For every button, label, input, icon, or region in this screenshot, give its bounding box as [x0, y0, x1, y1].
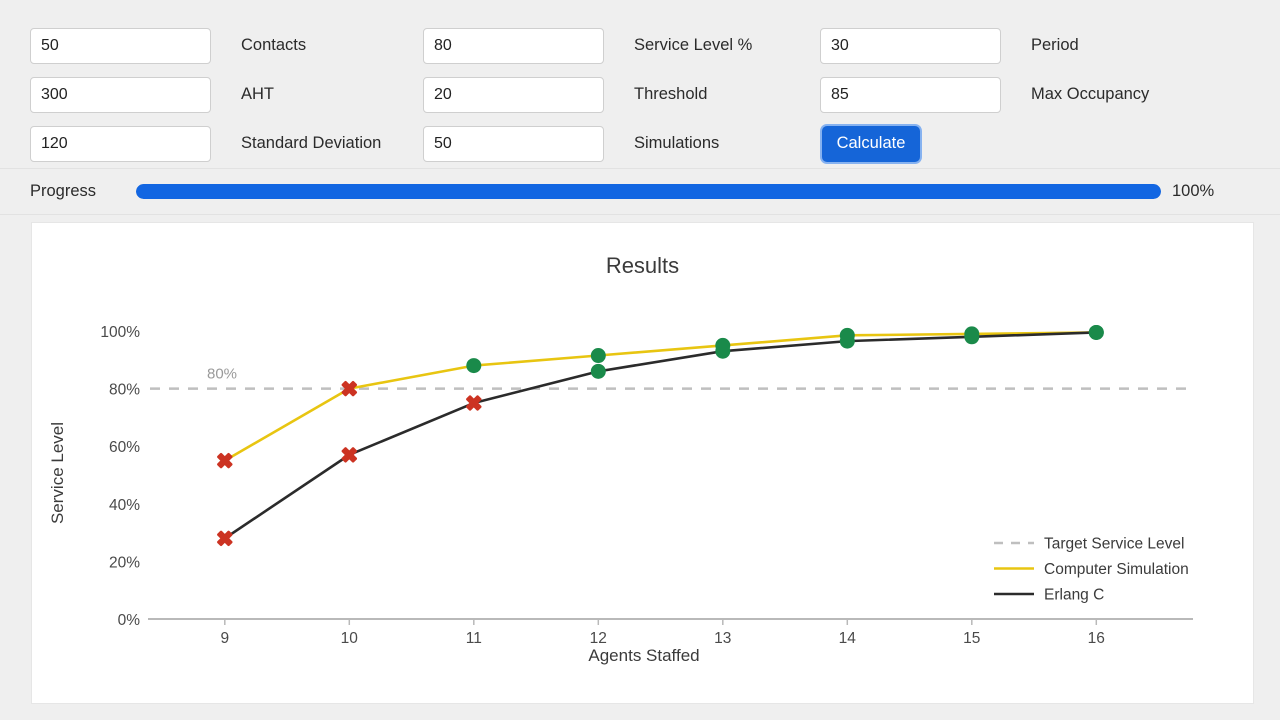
target-value-annotation: 80% [207, 366, 237, 383]
marker-at-target [839, 333, 855, 349]
x-axis-tick-labels: 9 10 11 12 13 14 15 16 [220, 630, 1104, 647]
service-level-pct-label: Service Level % [634, 36, 753, 54]
aht-label: AHT [241, 85, 274, 103]
y-axis-tick-label: 20% [109, 554, 140, 571]
target-annotation: 80% [207, 366, 237, 383]
progress-bar-fill [136, 184, 1161, 199]
data-point-markers [217, 324, 1104, 547]
standard-deviation-input[interactable] [30, 125, 211, 162]
x-axis-tick-label: 13 [714, 630, 731, 647]
y-axis-tick-label: 80% [109, 382, 140, 399]
x-axis-tick-label: 14 [839, 630, 857, 647]
parameters-grid: Contacts Service Level % Period AHT Thre… [30, 21, 1250, 168]
progress-row: Progress 100% [0, 168, 1280, 215]
marker-at-target [964, 329, 980, 345]
marker-below-target [217, 452, 233, 469]
y-axis-tick-label: 40% [109, 497, 140, 514]
x-axis-tick-label: 12 [590, 630, 607, 647]
simulations-label: Simulations [634, 134, 720, 152]
threshold-input[interactable] [423, 76, 604, 113]
x-axis-tick-label: 11 [466, 630, 482, 647]
x-axis-title: Agents Staffed [588, 646, 699, 665]
aht-input[interactable] [30, 76, 211, 113]
marker-below-target [217, 530, 233, 547]
marker-at-target [590, 363, 606, 379]
x-axis-tick-label: 16 [1088, 630, 1105, 647]
legend-label: Computer Simulation [1044, 561, 1189, 578]
max-occupancy-label: Max Occupancy [1031, 85, 1150, 103]
legend-label: Target Service Level [1044, 536, 1184, 553]
calculate-button-wrap: Calculate [820, 123, 1001, 164]
data-series-group [224, 331, 1097, 540]
y-axis-tick-label: 100% [100, 324, 140, 341]
y-axis-title: Service Level [48, 422, 67, 524]
x-axis-tick-label: 9 [220, 630, 229, 647]
results-chart-card: Results 0% 20% 40% 60% 80% 100% 9 10 11 12 13 14 15… [31, 222, 1254, 704]
contacts-input[interactable] [30, 27, 211, 64]
marker-at-target [466, 358, 482, 374]
simulations-input[interactable] [423, 125, 604, 162]
calculate-button[interactable]: Calculate [820, 123, 922, 164]
progress-label: Progress [30, 182, 97, 200]
x-axis-tick-label: 10 [341, 630, 359, 647]
progress-bar [136, 184, 1161, 199]
service-level-pct-input[interactable] [423, 27, 604, 64]
chart-legend: Target Service Level Computer Simulation E… [994, 536, 1189, 604]
marker-below-target [341, 447, 357, 463]
contacts-label: Contacts [241, 36, 307, 54]
y-axis-tick-label: 60% [109, 439, 140, 456]
series-line-computer-simulation [224, 331, 1097, 462]
marker-at-target [590, 348, 606, 364]
threshold-label: Threshold [634, 85, 708, 103]
y-axis-tick-labels: 0% 20% 40% 60% 80% 100% [100, 324, 140, 629]
max-occupancy-input[interactable] [820, 76, 1001, 113]
progress-value: 100% [1172, 182, 1215, 200]
marker-at-target [1088, 324, 1104, 340]
results-line-chart: 0% 20% 40% 60% 80% 100% 9 10 11 12 13 14 15 16 80% T… [48, 324, 1193, 665]
x-axis-tick-label: 15 [963, 630, 980, 647]
axis-lines [148, 618, 1193, 625]
standard-deviation-label: Standard Deviation [241, 134, 382, 152]
period-label: Period [1031, 36, 1079, 54]
parameters-panel: Contacts Service Level % Period AHT Thre… [0, 0, 1280, 168]
period-input[interactable] [820, 27, 1001, 64]
marker-at-target [715, 343, 731, 359]
marker-below-target [466, 395, 482, 411]
y-axis-tick-label: 0% [118, 612, 141, 629]
series-line-erlang-c [224, 331, 1097, 540]
legend-label: Erlang C [1044, 587, 1104, 604]
